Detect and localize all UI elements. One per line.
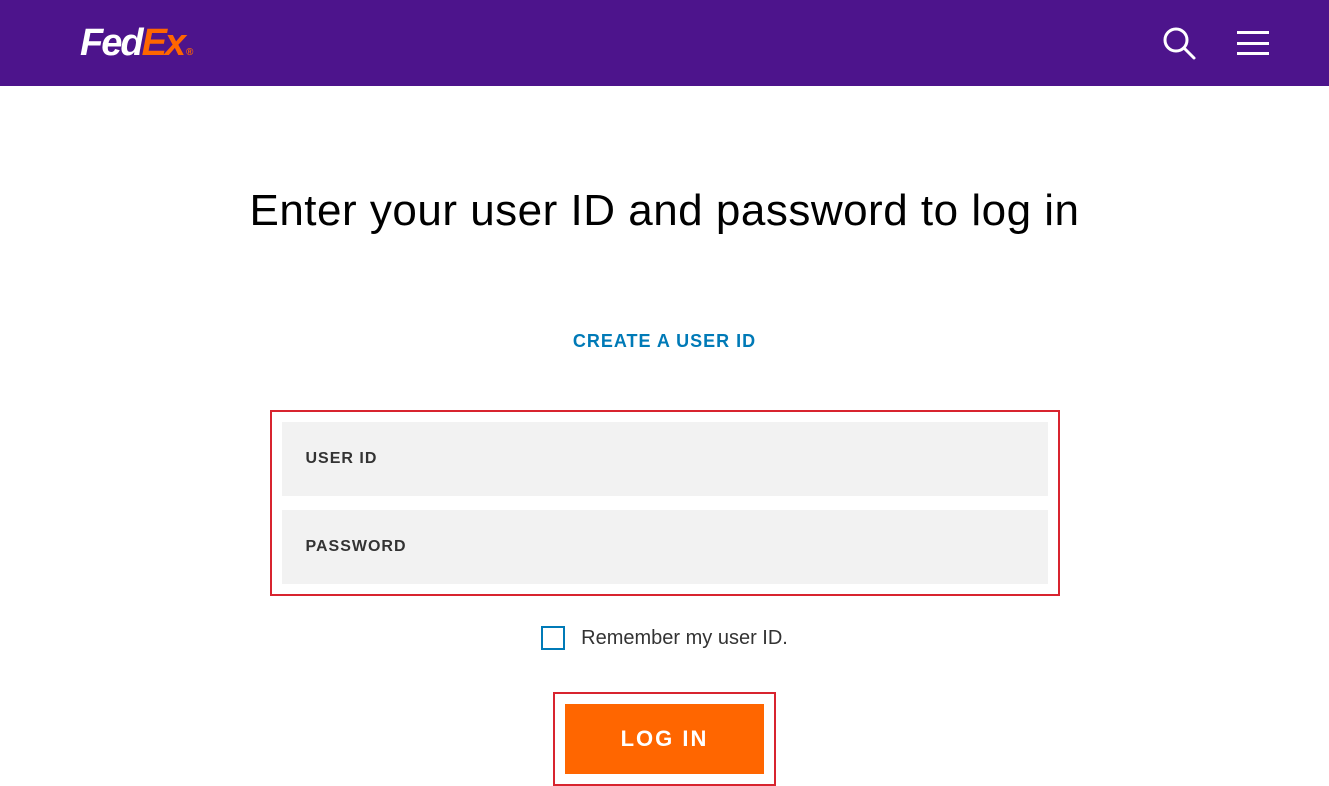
logo-registered: ® [186, 47, 191, 58]
remember-row: Remember my user ID. [541, 626, 788, 650]
remember-checkbox[interactable] [541, 626, 565, 650]
header: FedEx® [0, 0, 1329, 86]
main-content: Enter your user ID and password to log i… [0, 86, 1329, 786]
login-button[interactable]: LOG IN [565, 704, 765, 774]
login-form-highlight [270, 410, 1060, 596]
create-user-id-link[interactable]: CREATE A USER ID [573, 331, 756, 352]
logo-fed-text: Fed [80, 22, 142, 65]
fedex-logo[interactable]: FedEx® [80, 22, 191, 65]
page-title: Enter your user ID and password to log i… [249, 186, 1079, 236]
menu-icon[interactable] [1237, 31, 1269, 55]
login-button-highlight: LOG IN [553, 692, 777, 786]
menu-line [1237, 42, 1269, 45]
search-icon[interactable] [1161, 25, 1197, 61]
menu-line [1237, 52, 1269, 55]
user-id-input[interactable] [282, 422, 1048, 496]
password-input[interactable] [282, 510, 1048, 584]
menu-line [1237, 31, 1269, 34]
header-actions [1161, 25, 1269, 61]
remember-label: Remember my user ID. [581, 627, 788, 650]
logo-ex-text: Ex [142, 22, 184, 65]
